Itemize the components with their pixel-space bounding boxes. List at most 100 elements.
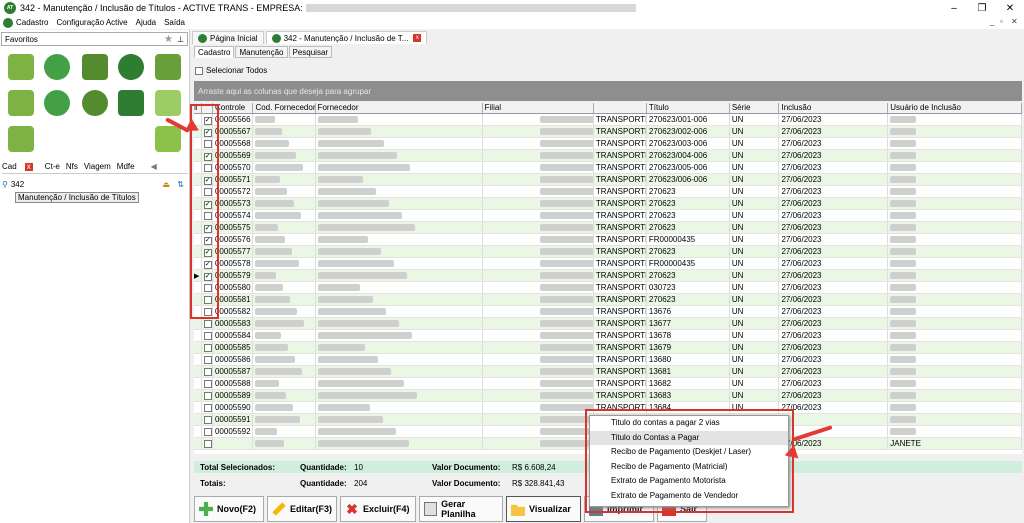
- tab-cad[interactable]: Cad x: [2, 162, 39, 171]
- shortcut-person-icon[interactable]: [155, 90, 181, 116]
- row-checkbox[interactable]: [202, 318, 213, 329]
- program-search[interactable]: ⚲ 342 ⏏ ⇅: [2, 178, 188, 190]
- menu-configuracao[interactable]: Configuração Active: [56, 18, 127, 27]
- header-filial[interactable]: Filial: [483, 103, 594, 113]
- shortcut-document-icon[interactable]: [8, 54, 34, 80]
- menu-cadastro[interactable]: Cadastro: [16, 18, 48, 27]
- row-checkbox[interactable]: [202, 330, 213, 341]
- cell-filial: [483, 378, 594, 389]
- mdi-restore-icon[interactable]: ▫: [1000, 17, 1003, 26]
- row-checkbox[interactable]: [202, 402, 213, 413]
- row-checkbox[interactable]: [202, 438, 213, 449]
- table-row[interactable]: 00005587 TRANSPORTE E LO13681UN27/06/2023: [194, 366, 1022, 378]
- shortcut-factory-icon[interactable]: [8, 126, 34, 152]
- minimize-icon[interactable]: –: [940, 0, 968, 16]
- table-row[interactable]: 00005572 TRANSPORTE E LO270623UN27/06/202…: [194, 186, 1022, 198]
- table-row[interactable]: ✓00005573TRANSPORTE E LO270623UN27/06/20…: [194, 198, 1022, 210]
- table-row[interactable]: 00005589 TRANSPORTE E LO13683UN27/06/2023: [194, 390, 1022, 402]
- row-checkbox[interactable]: [202, 414, 213, 425]
- menu-saida[interactable]: Saída: [164, 18, 185, 27]
- shortcut-tire-icon[interactable]: [118, 54, 144, 80]
- cell-inclusao: 27/06/2023: [779, 330, 889, 341]
- totals-value-label: Valor Documento:: [432, 478, 501, 488]
- table-row[interactable]: 00005580 TRANSPORTE E LO030723UN27/06/202…: [194, 282, 1022, 294]
- select-all-checkbox[interactable]: [195, 66, 203, 75]
- header-usuario[interactable]: Usuário de Inclusão: [888, 103, 1022, 113]
- pin-icon[interactable]: ⊥: [177, 35, 184, 44]
- shortcut-bus-icon[interactable]: [155, 54, 181, 80]
- table-row[interactable]: ✓00005567TRANSPORTE E LO270623/002-006UN…: [194, 126, 1022, 138]
- table-row[interactable]: ▶✓00005579TRANSPORTE E LO270623UN27/06/2…: [194, 270, 1022, 282]
- row-checkbox[interactable]: [202, 354, 213, 365]
- tab-viagem[interactable]: Viagem: [84, 162, 111, 171]
- tab-pesquisar[interactable]: Pesquisar: [288, 46, 333, 58]
- group-by-bar[interactable]: Arraste aqui as colunas que deseja para …: [194, 81, 1022, 101]
- visualizar-button[interactable]: Visualizar: [506, 496, 581, 522]
- clear-search-icon[interactable]: ⏏: [162, 180, 170, 189]
- header-cod-fornecedor[interactable]: Cod. Fornecedor: [253, 103, 316, 113]
- table-row[interactable]: ✓00005566TRANSPORTE E LO270623/001-006UN…: [194, 114, 1022, 126]
- header-serie[interactable]: Série: [730, 103, 780, 113]
- table-row[interactable]: 00005582 TRANSPORTE E LO13676UN27/06/2023: [194, 306, 1022, 318]
- tab-342[interactable]: 342 - Manutenção / Inclusão de T... x: [265, 31, 428, 44]
- table-row[interactable]: 00005585 TRANSPORTE E LO13679UN27/06/2023: [194, 342, 1022, 354]
- novo-button[interactable]: Novo(F2): [194, 496, 264, 522]
- tab-342-close-icon[interactable]: x: [413, 34, 422, 42]
- tab-scroll-left-icon[interactable]: ◀: [151, 162, 157, 171]
- sort-icon[interactable]: ⇅: [177, 180, 184, 189]
- tab-nfs[interactable]: Nfs: [66, 162, 78, 171]
- table-row[interactable]: ✓00005571TRANSPORTE E LO270623/006-006UN…: [194, 174, 1022, 186]
- shortcut-driver-icon[interactable]: [82, 90, 108, 116]
- tab-close-icon[interactable]: x: [24, 163, 33, 171]
- table-row[interactable]: ✓00005576TRANSPORTE E LOFR00000435UN27/0…: [194, 234, 1022, 246]
- shortcut-steering-icon[interactable]: [44, 90, 70, 116]
- menu-ajuda[interactable]: Ajuda: [136, 18, 156, 27]
- shortcut-truck-icon[interactable]: [8, 90, 34, 116]
- tab-manutencao[interactable]: Manutenção: [235, 46, 288, 58]
- header-inclusao[interactable]: Inclusão: [779, 103, 889, 113]
- select-all[interactable]: Selecionar Todos: [195, 66, 267, 75]
- editar-button[interactable]: Editar(F3): [267, 496, 337, 522]
- table-row[interactable]: 00005581 TRANSPORTE E LO270623UN27/06/202…: [194, 294, 1022, 306]
- table-row[interactable]: 00005583 TRANSPORTE E LO13677UN27/06/2023: [194, 318, 1022, 330]
- cell-fornecedor: [316, 150, 483, 161]
- table-row[interactable]: ✓00005577TRANSPORTE E LO270623UN27/06/20…: [194, 246, 1022, 258]
- header-titulo[interactable]: Título: [647, 103, 730, 113]
- tab-pagina-inicial[interactable]: Página Inicial: [192, 31, 264, 44]
- table-row[interactable]: ✓00005578TRANSPORTE E LOFR00000435UN27/0…: [194, 258, 1022, 270]
- tab-cte[interactable]: Ct-e: [45, 162, 60, 171]
- close-icon[interactable]: ✕: [996, 0, 1024, 16]
- table-row[interactable]: 00005586 TRANSPORTE E LO13680UN27/06/2023: [194, 354, 1022, 366]
- cell-fornecedor: [316, 342, 483, 353]
- table-row[interactable]: 00005574 TRANSPORTE E LO270623UN27/06/202…: [194, 210, 1022, 222]
- table-row[interactable]: 00005568 TRANSPORTE E LO270623/003-006UN2…: [194, 138, 1022, 150]
- table-row[interactable]: 00005584 TRANSPORTE E LO13678UN27/06/2023: [194, 330, 1022, 342]
- row-checkbox[interactable]: [202, 342, 213, 353]
- gerar-planilha-button[interactable]: Gerar Planilha: [419, 496, 503, 522]
- tree-item-program[interactable]: Manutenção / Inclusão de Títulos: [15, 192, 139, 203]
- table-row[interactable]: ✓00005575TRANSPORTE E LO270623UN27/06/20…: [194, 222, 1022, 234]
- mdi-minimize-icon[interactable]: _: [990, 17, 994, 26]
- row-checkbox[interactable]: [202, 366, 213, 377]
- table-row[interactable]: 00005588 TRANSPORTE E LO13682UN27/06/2023: [194, 378, 1022, 390]
- tab-cadastro[interactable]: Cadastro: [194, 46, 235, 58]
- shortcut-trash-icon[interactable]: [155, 126, 181, 152]
- restore-icon[interactable]: ❐: [968, 0, 996, 16]
- search-input[interactable]: 342: [11, 180, 24, 189]
- table-row[interactable]: 00005570 TRANSPORTE E LO270623/005-006UN2…: [194, 162, 1022, 174]
- table-row[interactable]: ✓00005569TRANSPORTE E LO270623/004-006UN…: [194, 150, 1022, 162]
- header-filial-name[interactable]: [594, 103, 647, 113]
- row-checkbox[interactable]: [202, 378, 213, 389]
- row-checkbox[interactable]: [202, 426, 213, 437]
- mdi-close-icon[interactable]: ✕: [1011, 17, 1018, 26]
- row-checkbox[interactable]: [202, 390, 213, 401]
- header-fornecedor[interactable]: Fornecedor: [316, 103, 483, 113]
- header-controle[interactable]: Controle: [213, 103, 254, 113]
- cell-serie: UN: [730, 342, 780, 353]
- excluir-button[interactable]: ✖ Excluir(F4): [340, 496, 416, 522]
- shortcut-user-icon[interactable]: [44, 54, 70, 80]
- tab-mdfe[interactable]: Mdfe: [117, 162, 135, 171]
- shortcut-fleet-icon[interactable]: [82, 54, 108, 80]
- star-icon[interactable]: ★: [164, 34, 173, 45]
- shortcut-warehouse-icon[interactable]: [118, 90, 144, 116]
